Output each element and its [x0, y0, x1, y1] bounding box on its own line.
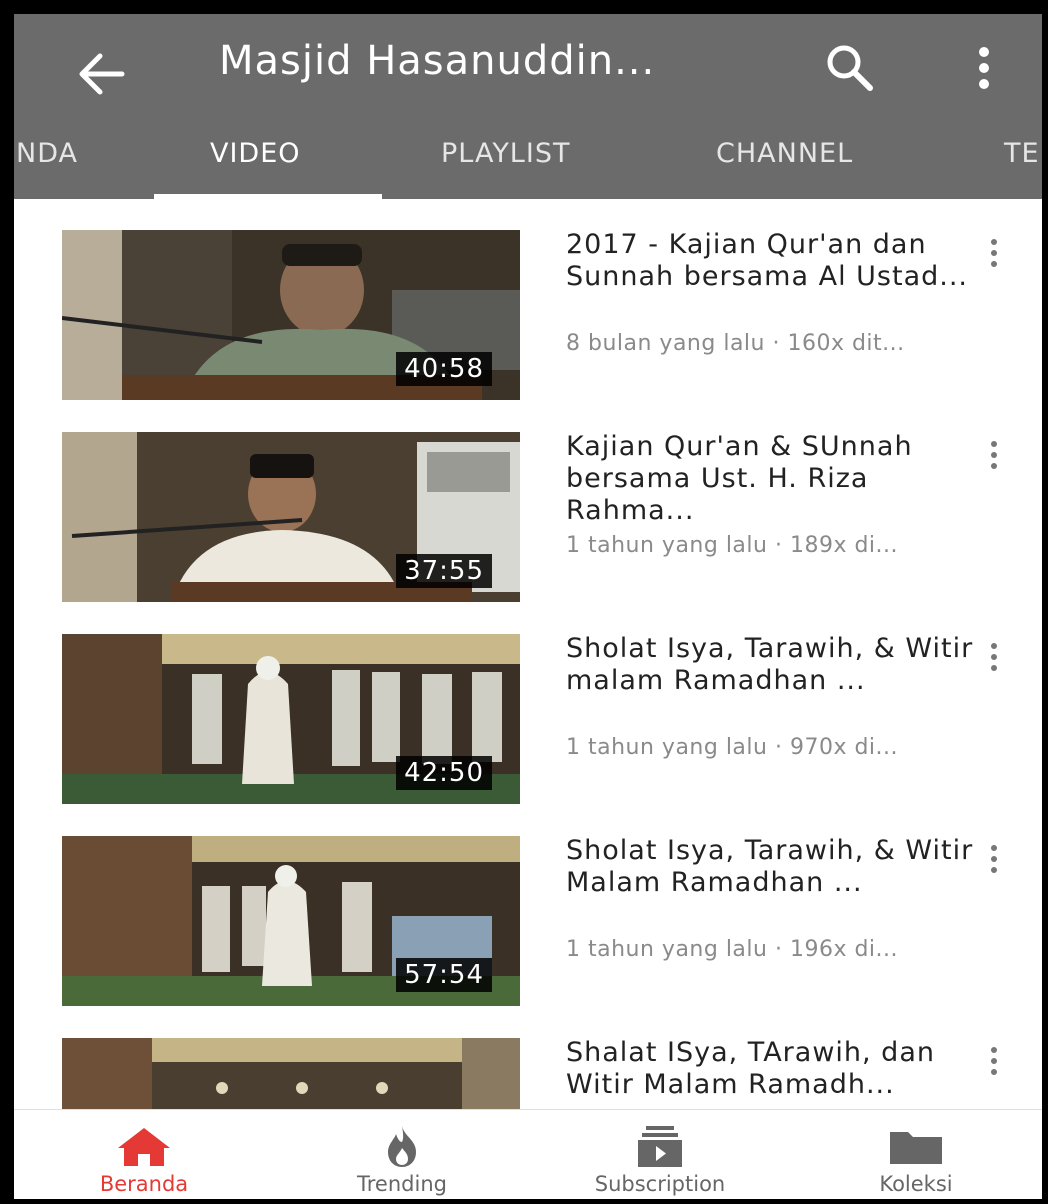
video-duration: 57:54: [396, 958, 492, 992]
channel-tabs: NDA VIDEO PLAYLIST CHANNEL TE: [14, 134, 1042, 199]
video-title[interactable]: 2017 - Kajian Qur'an dan Sunnah bersama …: [566, 229, 1006, 293]
video-options-icon[interactable]: [982, 235, 1006, 271]
nav-beranda[interactable]: Beranda: [44, 1110, 244, 1199]
video-duration: 40:58: [396, 352, 492, 386]
nav-label: Trending: [357, 1172, 447, 1196]
more-vert-icon[interactable]: [964, 38, 1004, 98]
home-icon: [118, 1128, 170, 1166]
video-thumbnail[interactable]: 40:58: [62, 230, 520, 400]
video-thumbnail[interactable]: 37:55: [62, 432, 520, 602]
tab-tentang[interactable]: TE: [1004, 134, 1040, 196]
video-meta: 1 tahun yang lalu · 196x di...: [566, 937, 899, 962]
video-list-item[interactable]: 57:54 Sholat Isya, Tarawih, & Witir Mala…: [14, 805, 1042, 1007]
video-title[interactable]: Shalat ISya, TArawih, dan Witir Malam Ra…: [566, 1037, 1006, 1101]
tab-beranda[interactable]: NDA: [16, 134, 78, 196]
video-options-icon[interactable]: [982, 639, 1006, 675]
tab-playlist[interactable]: PLAYLIST: [441, 134, 570, 196]
video-title[interactable]: Sholat Isya, Tarawih, & Witir Malam Rama…: [566, 835, 1006, 899]
video-options-icon[interactable]: [982, 437, 1006, 473]
flame-icon: [388, 1126, 416, 1167]
video-options-icon[interactable]: [982, 841, 1006, 877]
video-thumbnail[interactable]: 42:50: [62, 634, 520, 804]
nav-trending[interactable]: Trending: [302, 1110, 502, 1199]
video-duration: 37:55: [396, 554, 492, 588]
nav-koleksi[interactable]: Koleksi: [816, 1110, 1016, 1199]
app-screen: Masjid Hasanuddin... NDA VIDEO PLAYLIST …: [14, 14, 1042, 1199]
tab-video[interactable]: VIDEO: [210, 134, 301, 196]
video-list: 40:58 2017 - Kajian Qur'an dan Sunnah be…: [14, 199, 1042, 1109]
video-title[interactable]: Sholat Isya, Tarawih, & Witir malam Rama…: [566, 633, 1006, 697]
nav-label: Koleksi: [879, 1172, 953, 1196]
video-list-item[interactable]: 40:58 2017 - Kajian Qur'an dan Sunnah be…: [14, 199, 1042, 401]
video-options-icon[interactable]: [982, 1043, 1006, 1079]
video-list-item[interactable]: 42:50 Sholat Isya, Tarawih, & Witir mala…: [14, 603, 1042, 805]
video-list-item[interactable]: 37:55 Kajian Qur'an & SUnnah bersama Ust…: [14, 401, 1042, 603]
channel-title: Masjid Hasanuddin...: [219, 38, 656, 84]
folder-icon: [890, 1132, 942, 1164]
nav-subscription[interactable]: Subscription: [560, 1110, 760, 1199]
bottom-navigation: Beranda Trending Subscription Koleksi: [14, 1109, 1042, 1199]
back-arrow-icon[interactable]: [70, 42, 134, 106]
app-bar: Masjid Hasanuddin... NDA VIDEO PLAYLIST …: [14, 14, 1042, 199]
nav-label: Beranda: [99, 1172, 189, 1196]
video-thumbnail[interactable]: [62, 1038, 520, 1109]
nav-label: Subscription: [594, 1172, 726, 1196]
video-meta: 1 tahun yang lalu · 189x di...: [566, 533, 899, 558]
video-title[interactable]: Kajian Qur'an & SUnnah bersama Ust. H. R…: [566, 431, 1006, 527]
video-duration: 42:50: [396, 756, 492, 790]
search-icon[interactable]: [820, 38, 880, 98]
video-list-item[interactable]: Shalat ISya, TArawih, dan Witir Malam Ra…: [14, 1007, 1042, 1109]
video-meta: 8 bulan yang lalu · 160x dit...: [566, 331, 905, 356]
tab-channel[interactable]: CHANNEL: [716, 134, 853, 196]
subscriptions-icon: [638, 1126, 682, 1167]
video-thumbnail[interactable]: 57:54: [62, 836, 520, 1006]
video-meta: 1 tahun yang lalu · 970x di...: [566, 735, 899, 760]
